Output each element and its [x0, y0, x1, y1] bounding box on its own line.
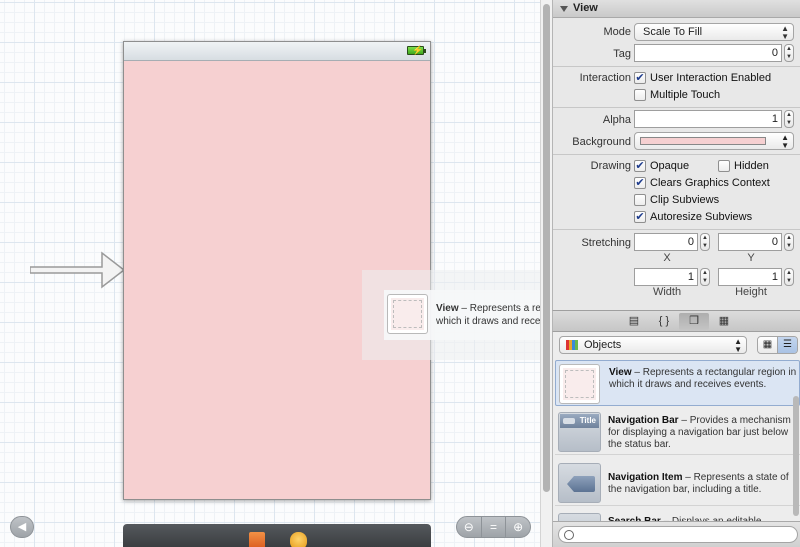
mode-popup[interactable]: Scale To Fill ▲ ▼ — [634, 23, 794, 41]
library-selector-value: Objects — [584, 339, 622, 351]
clip-subviews-checkbox[interactable] — [634, 194, 646, 206]
popup-arrows-icon: ▲ ▼ — [734, 337, 742, 354]
popup-arrows-icon: ▲ ▼ — [781, 24, 789, 41]
library-view-toggle: ▦ ☰ — [757, 336, 798, 354]
library-item-navigation-item[interactable]: Navigation Item – Represents a state of … — [555, 460, 800, 506]
view-object-icon — [387, 294, 428, 334]
opaque-label: Opaque — [650, 160, 690, 172]
stretching-width-caption: Width — [652, 286, 682, 298]
object-library-tab[interactable]: ❒ — [679, 313, 709, 330]
initial-scene-arrow-icon — [30, 251, 126, 289]
library-item-view[interactable]: View – Represents a rectangular region i… — [555, 360, 800, 406]
view-object-icon — [559, 364, 600, 404]
clip-subviews-label: Clip Subviews — [650, 194, 720, 206]
drawing-label: Drawing — [590, 160, 631, 172]
library-selector-popup[interactable]: Objects ▲ ▼ — [559, 336, 747, 354]
popup-arrows-icon: ▲ ▼ — [781, 133, 789, 150]
library-item-description: Navigation Bar – Provides a mechanism fo… — [608, 415, 791, 450]
stretching-y-caption: Y — [747, 252, 755, 264]
mode-value: Scale To Fill — [643, 26, 703, 38]
zoom-out-button[interactable]: ⊖ — [457, 517, 482, 537]
stretching-x-stepper[interactable]: ▲ ▼ — [700, 233, 710, 251]
hidden-checkbox[interactable] — [718, 160, 730, 172]
attributes-inspector: View Mode Scale To Fill ▲ ▼ Tag 0 ▲ ▼ Inte… — [552, 0, 800, 310]
tag-label: Tag — [613, 48, 631, 60]
stretching-height-field[interactable]: 1 — [718, 268, 782, 286]
zoom-controls: ⊖ = ⊕ — [456, 516, 531, 538]
background-color-swatch — [640, 137, 766, 145]
media-library-tab[interactable]: ▦ — [709, 313, 739, 330]
storyboard-canvas[interactable]: ⚡ View – Represents a rectangular region… — [0, 0, 540, 547]
navigation-bar-badge: Title — [560, 414, 599, 428]
opaque-checkbox[interactable]: ✔ — [634, 160, 646, 172]
navigation-bar-icon: Title — [558, 412, 601, 452]
stretching-width-field[interactable]: 1 — [634, 268, 698, 286]
battery-charging-icon: ⚡ — [407, 45, 426, 55]
tag-stepper[interactable]: ▲ ▼ — [784, 44, 794, 62]
divider — [553, 107, 800, 108]
view-controller-icon[interactable] — [290, 532, 307, 547]
user-interaction-label: User Interaction Enabled — [650, 72, 772, 84]
list-view-button[interactable]: ☰ — [777, 337, 797, 353]
stretching-label: Stretching — [581, 237, 631, 249]
disclosure-triangle-icon[interactable] — [560, 6, 568, 12]
interaction-label: Interaction — [579, 72, 631, 84]
hidden-label: Hidden — [734, 160, 769, 172]
canvas-scroll-thumb[interactable] — [543, 4, 550, 492]
divider — [553, 66, 800, 67]
alpha-field[interactable]: 1 — [634, 110, 782, 128]
stretching-y-stepper[interactable]: ▲ ▼ — [784, 233, 794, 251]
stretching-y-field[interactable]: 0 — [718, 233, 782, 251]
library-filter-bar — [553, 521, 800, 547]
view-section-header[interactable]: View — [553, 0, 800, 18]
drag-tooltip: View – Represents a rectangular region i… — [384, 290, 540, 340]
user-interaction-checkbox[interactable]: ✔ — [634, 72, 646, 84]
mode-label: Mode — [603, 26, 631, 38]
library-item-description: Navigation Item – Represents a state of … — [608, 472, 789, 495]
background-color-well[interactable]: ▲ ▼ — [634, 132, 794, 150]
stretching-height-stepper[interactable]: ▲ ▼ — [784, 268, 794, 286]
stretching-height-caption: Height — [735, 286, 767, 298]
drag-tooltip-text: View – Represents a rectangular region i… — [436, 303, 540, 327]
multiple-touch-checkbox[interactable] — [634, 89, 646, 101]
first-responder-icon[interactable] — [249, 532, 265, 547]
media-icon: ▦ — [718, 315, 730, 327]
object-cube-icon: ❒ — [689, 315, 699, 327]
file-template-icon: ▤ — [628, 315, 640, 327]
zoom-actual-size-button[interactable]: = — [482, 517, 507, 537]
clears-graphics-context-checkbox[interactable]: ✔ — [634, 177, 646, 189]
object-library-icon — [566, 340, 578, 350]
stretching-width-stepper[interactable]: ▲ ▼ — [700, 268, 710, 286]
object-library: Objects ▲ ▼ ▦ ☰ View – Represents a recta… — [552, 332, 800, 547]
stretching-x-field[interactable]: 0 — [634, 233, 698, 251]
section-title: View — [573, 2, 598, 14]
code-snippet-library-tab[interactable]: { } — [649, 313, 679, 330]
divider — [553, 154, 800, 155]
icon-view-button[interactable]: ▦ — [758, 337, 777, 353]
library-item-description: View – Represents a rectangular region i… — [609, 367, 797, 390]
clears-graphics-context-label: Clears Graphics Context — [650, 177, 770, 189]
tag-field[interactable]: 0 — [634, 44, 782, 62]
library-search-input[interactable] — [558, 526, 798, 543]
autoresize-subviews-label: Autoresize Subviews — [650, 211, 753, 223]
scene-dock — [123, 524, 431, 547]
file-template-library-tab[interactable]: ▤ — [619, 313, 649, 330]
code-snippet-icon: { } — [658, 315, 670, 327]
library-tab-bar: ▤ { } ❒ ▦ — [552, 310, 800, 332]
navigation-item-icon — [558, 463, 601, 503]
canvas-scrollbar[interactable] — [540, 0, 552, 547]
multiple-touch-label: Multiple Touch — [650, 89, 721, 101]
divider — [553, 229, 800, 230]
library-scrollbar[interactable] — [793, 396, 799, 516]
alpha-stepper[interactable]: ▲ ▼ — [784, 110, 794, 128]
background-label: Background — [572, 136, 631, 148]
back-arrow-button[interactable]: ◀ — [10, 516, 34, 538]
zoom-in-button[interactable]: ⊕ — [506, 517, 530, 537]
library-item-navigation-bar[interactable]: Title Navigation Bar – Provides a mechan… — [555, 409, 800, 455]
status-bar: ⚡ — [124, 42, 430, 61]
stretching-x-caption: X — [663, 252, 671, 264]
alpha-label: Alpha — [602, 114, 631, 126]
autoresize-subviews-checkbox[interactable]: ✔ — [634, 211, 646, 223]
